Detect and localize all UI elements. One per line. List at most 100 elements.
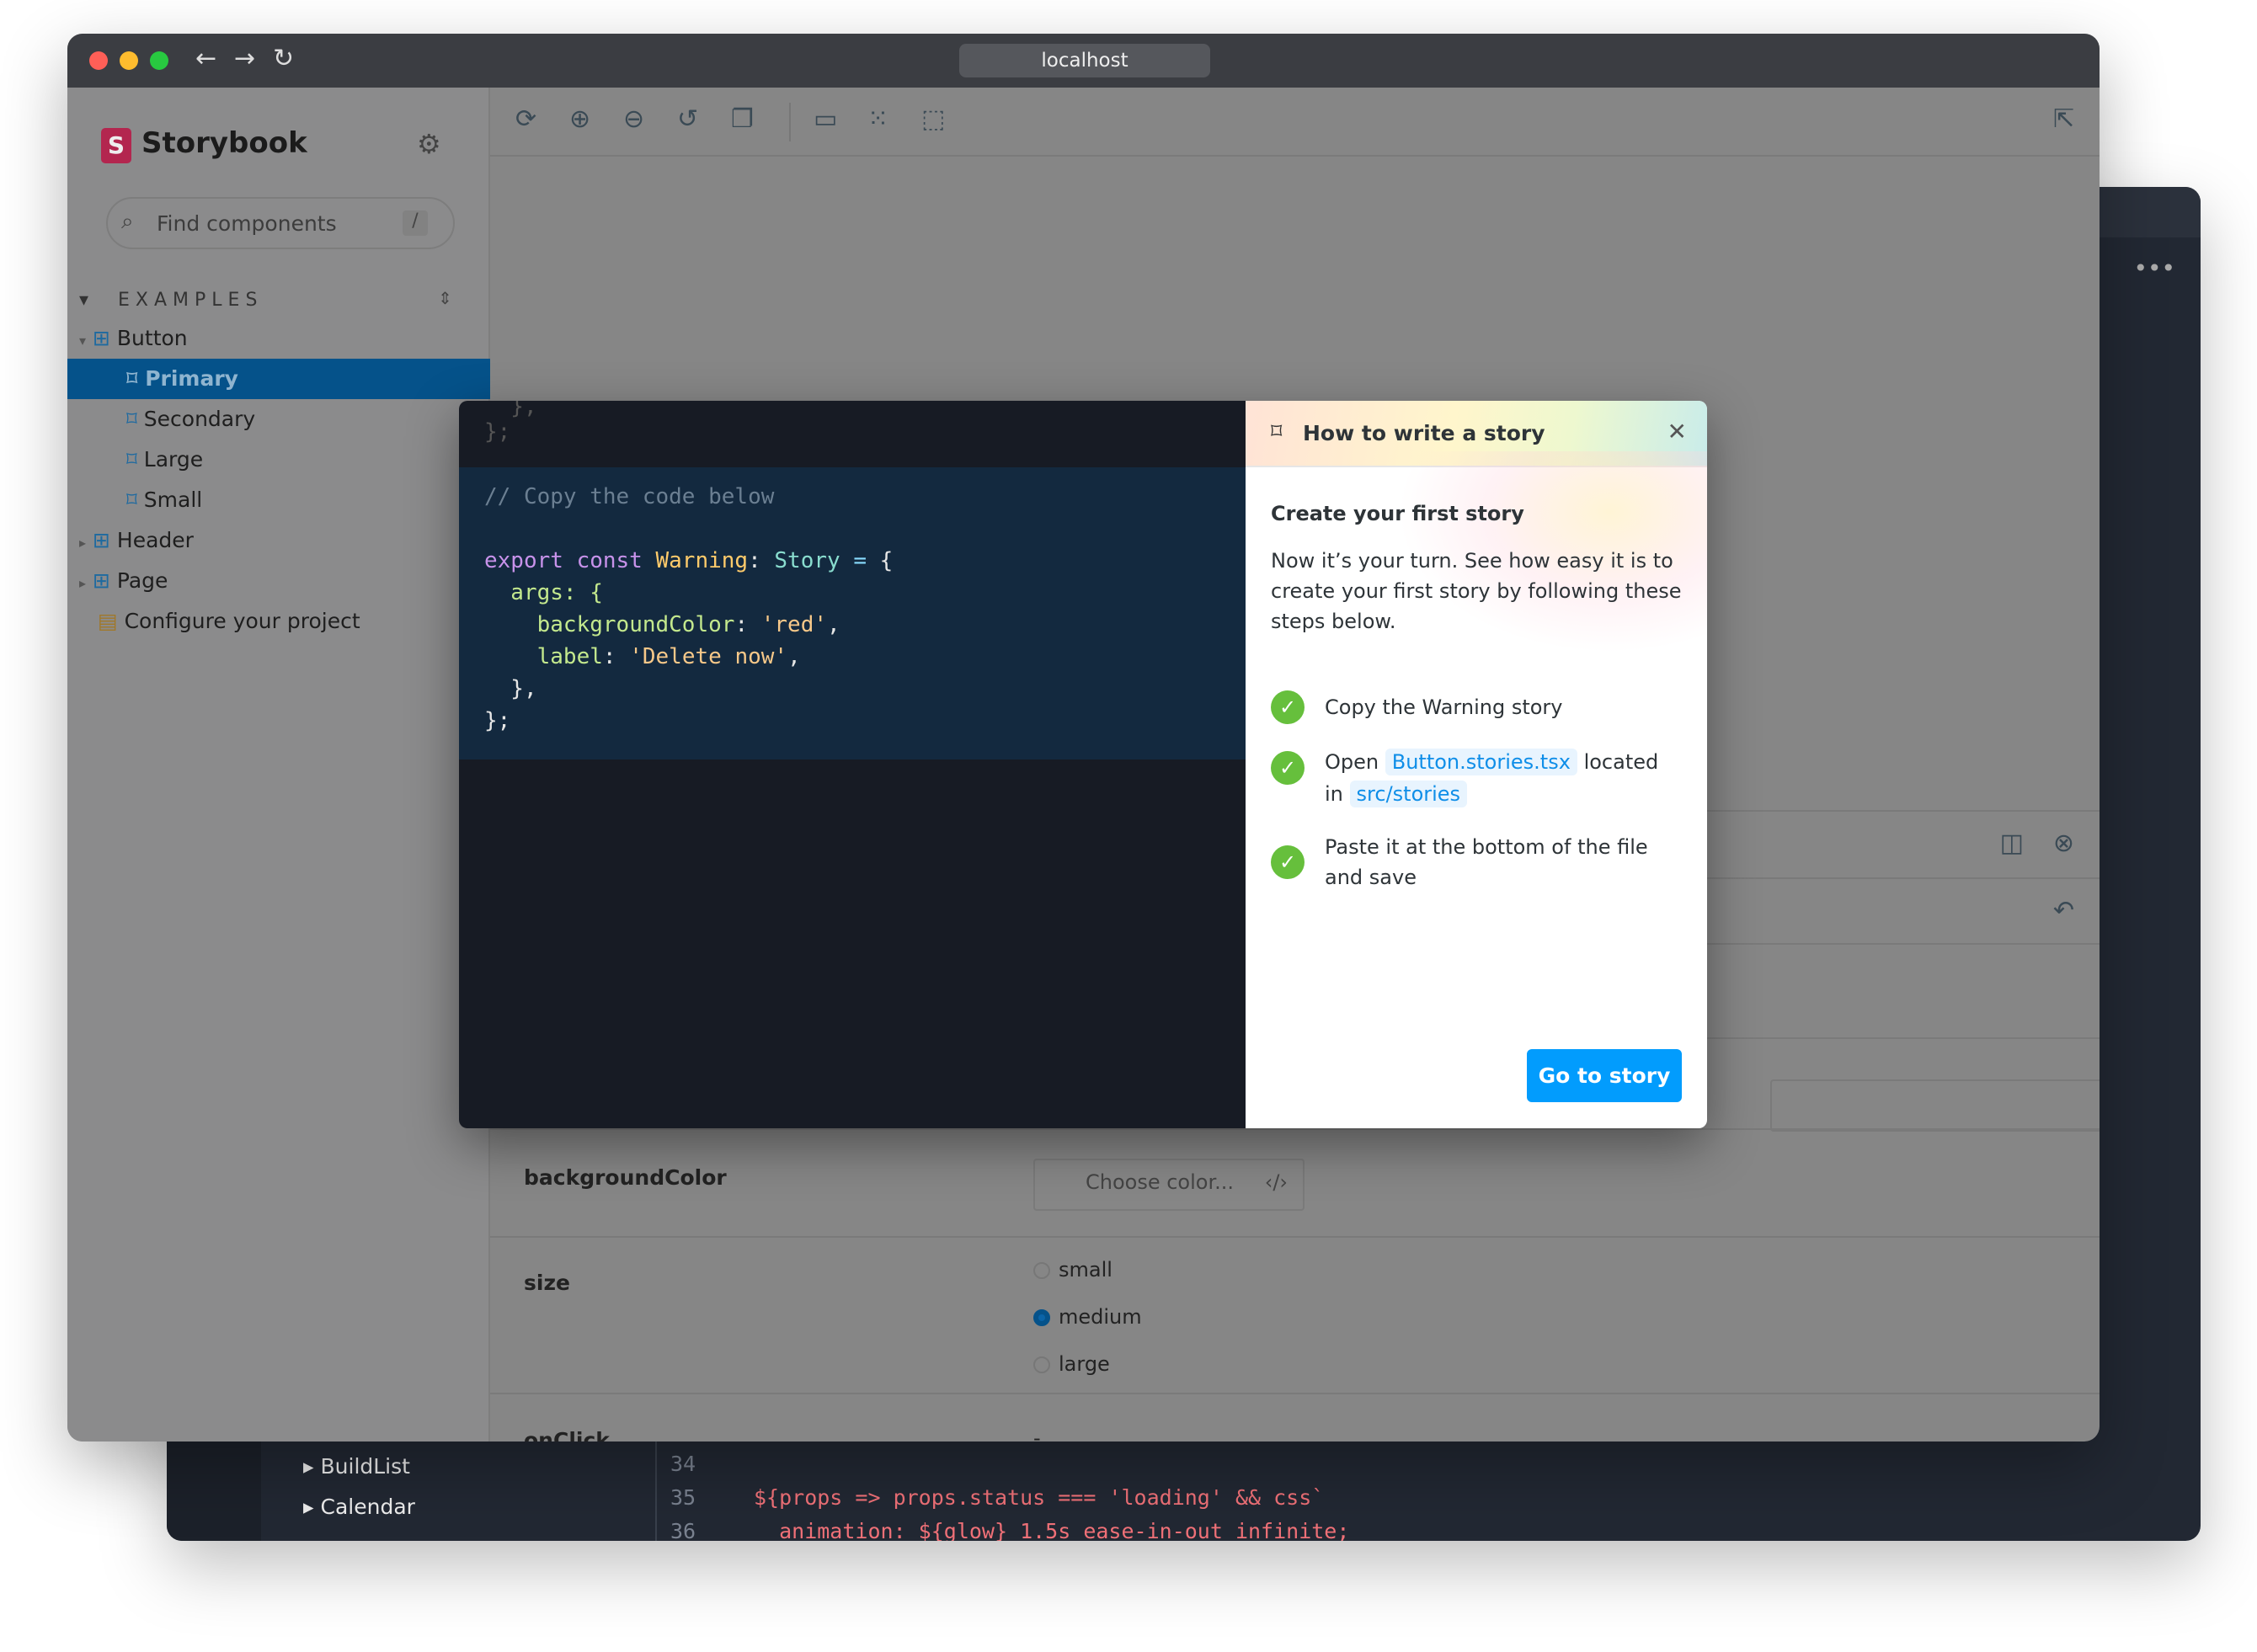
divider <box>789 103 791 141</box>
text: in <box>1325 782 1343 806</box>
panel-orientation-icon[interactable]: ◫ <box>2000 829 2024 858</box>
forward-arrow-icon[interactable]: → <box>234 44 255 73</box>
code-line: animation: ${glow} 1.5s ease-in-out infi… <box>754 1519 1350 1541</box>
code-line: args: { <box>484 580 603 605</box>
code-line: }; <box>484 708 511 733</box>
check-icon: ✓ <box>1271 751 1305 785</box>
text: located <box>1583 750 1659 774</box>
close-icon[interactable]: ✕ <box>1667 418 1687 445</box>
color-placeholder: Choose color... <box>1086 1170 1235 1194</box>
step-1: Copy the Warning story <box>1325 695 1563 719</box>
radio <box>1033 1262 1050 1279</box>
bookmark-icon: ⌑ <box>126 366 138 391</box>
component-icon: ⊞ <box>92 528 110 552</box>
code-icon: ‹/› <box>1264 1170 1288 1194</box>
item-label: Configure your project <box>124 609 360 633</box>
gear-icon[interactable]: ⚙ <box>417 128 441 160</box>
divider <box>490 1393 2100 1394</box>
code-line: backgroundColor: 'red', <box>536 612 840 637</box>
sidebar-item-button[interactable]: ▾ ⊞ Button <box>67 318 490 359</box>
control-name: size <box>524 1271 570 1295</box>
radio-medium[interactable]: medium <box>1033 1305 1142 1329</box>
sidebar-item-configure[interactable]: ▤ Configure your project <box>67 601 490 642</box>
reset-controls-icon[interactable]: ↶ <box>2053 896 2074 925</box>
preview-toolbar: ⟳ ⊕ ⊖ ↺ ❐ ▭ ⁙ ⬚ ⇱ <box>490 88 2100 157</box>
component-icon: ⊞ <box>92 326 110 350</box>
minimize-window-button[interactable] <box>120 51 138 70</box>
radio <box>1033 1356 1050 1373</box>
section-examples[interactable]: ▾ EXAMPLES <box>79 290 263 311</box>
close-window-button[interactable] <box>89 51 108 70</box>
option-label: large <box>1059 1352 1110 1376</box>
grid-icon[interactable]: ⁙ <box>867 104 888 134</box>
open-new-tab-icon[interactable]: ⇱ <box>2053 104 2074 134</box>
outline-icon[interactable]: ⬚ <box>921 104 945 134</box>
radio-large[interactable]: large <box>1033 1352 1110 1376</box>
bookmark-icon: ⌑ <box>126 407 137 431</box>
tree-item[interactable]: ▸ BuildList <box>303 1454 410 1479</box>
measure-icon[interactable]: ▭ <box>814 104 837 134</box>
radio-selected <box>1033 1309 1050 1326</box>
expand-collapse-icon[interactable]: ⇕ <box>438 288 452 308</box>
zoom-in-icon[interactable]: ⊕ <box>569 104 590 134</box>
code-line: }; <box>484 419 511 445</box>
search-input[interactable]: ⌕ Find components / <box>106 197 455 249</box>
reload-icon[interactable]: ↻ <box>273 44 294 73</box>
tree-item[interactable]: ▸ Calendar <box>303 1495 415 1519</box>
zoom-out-icon[interactable]: ⊖ <box>623 104 644 134</box>
go-to-story-button[interactable]: Go to story <box>1527 1049 1682 1102</box>
divider <box>655 1442 657 1541</box>
sidebar-item-secondary[interactable]: ⌑ Secondary <box>67 399 490 440</box>
sidebar-item-primary[interactable]: ⌑ Primary <box>67 359 490 399</box>
option-label: small <box>1059 1258 1112 1282</box>
reset-zoom-icon[interactable]: ↺ <box>677 104 698 134</box>
highlighted-code: // Copy the code below export const Warn… <box>459 467 1246 759</box>
sidebar-item-small[interactable]: ⌑ Small <box>67 480 490 520</box>
control-name: onClick <box>524 1428 610 1442</box>
color-picker[interactable]: Choose color... ‹/› <box>1033 1159 1305 1211</box>
item-label: Primary <box>145 366 238 391</box>
control-value: - <box>1033 1426 1041 1442</box>
line-number: 36 <box>670 1519 696 1541</box>
item-label: Small <box>143 488 203 512</box>
background-icon[interactable]: ❐ <box>731 104 754 134</box>
item-label: Header <box>116 528 194 552</box>
browser-titlebar: ← → ↻ localhost <box>67 34 2100 88</box>
text: Open <box>1325 750 1379 774</box>
sidebar-item-large[interactable]: ⌑ Large <box>67 440 490 480</box>
dir-chip: src/stories <box>1349 781 1468 807</box>
code-comment: // Copy the code below <box>484 484 775 509</box>
section-label: EXAMPLES <box>118 290 264 311</box>
search-placeholder: Find components <box>157 211 337 236</box>
code-line: ${props => props.status === 'loading' &&… <box>754 1485 1325 1510</box>
bookmark-icon: ⌑ <box>126 488 137 512</box>
search-shortcut: / <box>403 210 428 236</box>
sidebar-item-page[interactable]: ▸ ⊞ Page <box>67 561 490 601</box>
code-line: label: 'Delete now', <box>536 644 801 669</box>
address-bar[interactable]: localhost <box>959 44 1210 77</box>
divider <box>490 1128 2100 1130</box>
storybook-logo-icon: S <box>101 128 131 163</box>
option-label: medium <box>1059 1305 1142 1329</box>
tree-label: BuildList <box>320 1454 410 1479</box>
back-arrow-icon[interactable]: ← <box>195 44 216 73</box>
guide-intro: Now it’s your turn. See how easy it is t… <box>1271 549 1682 633</box>
remount-icon[interactable]: ⟳ <box>515 104 536 134</box>
sidebar-item-header[interactable]: ▸ ⊞ Header <box>67 520 490 561</box>
guide-heading: Create your first story <box>1271 502 1524 525</box>
document-icon: ▤ <box>98 609 118 633</box>
item-label: Page <box>116 568 168 593</box>
close-panel-icon[interactable]: ⊗ <box>2053 829 2074 858</box>
radio-small[interactable]: small <box>1033 1258 1112 1282</box>
maximize-window-button[interactable] <box>150 51 168 70</box>
more-icon[interactable]: ••• <box>2133 254 2175 282</box>
search-icon: ⌕ <box>121 209 134 234</box>
step-3: Paste it at the bottom of the file and s… <box>1325 835 1648 889</box>
brand-name: Storybook <box>141 126 307 160</box>
check-icon: ✓ <box>1271 690 1305 724</box>
label-input[interactable] <box>1770 1079 2100 1132</box>
bookmark-icon: ⌑ <box>1271 419 1283 445</box>
tree-label: Calendar <box>320 1495 415 1519</box>
bookmark-icon: ⌑ <box>126 447 137 472</box>
code-snippet: }, }; // Copy the code below export cons… <box>459 401 1246 1128</box>
